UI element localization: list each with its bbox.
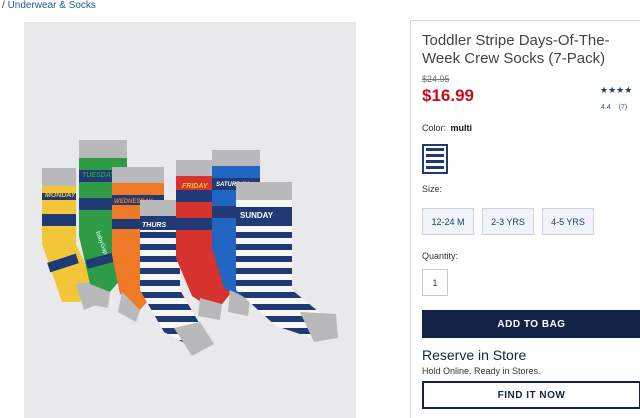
product-image[interactable]: MONDAY TUESDAY babyGap WEDNESDAY THURS F…	[24, 22, 356, 418]
original-price: $24.95	[422, 74, 450, 84]
quantity-input[interactable]: 1	[422, 269, 448, 296]
color-value: multi	[450, 123, 473, 133]
breadcrumb: / Underwear & Socks	[2, 0, 96, 11]
reserve-in-store-title: Reserve in Store	[422, 347, 527, 363]
rating-stars-icon[interactable]: ★★★★	[600, 85, 632, 96]
find-it-now-button[interactable]: FIND IT NOW	[422, 381, 640, 409]
color-selector-label: Color: multi	[422, 123, 472, 133]
size-option-12-24m[interactable]: 12-24 M	[422, 208, 474, 235]
quantity-label: Quantity:	[422, 251, 459, 261]
sock-label-sunday: SUNDAY	[240, 211, 274, 220]
breadcrumb-separator: /	[2, 0, 5, 11]
socks-illustration: MONDAY TUESDAY babyGap WEDNESDAY THURS F…	[42, 140, 338, 356]
rating-count: (7)	[618, 104, 628, 111]
sale-price: $16.99	[422, 86, 474, 105]
sock-label-tuesday: TUESDAY	[82, 172, 116, 179]
sock-label-friday: FRIDAY	[182, 183, 209, 190]
add-to-bag-button[interactable]: ADD TO BAG	[422, 310, 640, 338]
sock-label-thursday: THURS	[142, 222, 166, 229]
reserve-in-store-subtitle: Hold Online. Ready in Stores.	[422, 366, 541, 376]
rating-value: 4.4	[601, 104, 611, 111]
sock-label-monday: MONDAY	[45, 192, 77, 199]
product-title: Toddler Stripe Days-Of-The-Week Crew Soc…	[422, 32, 610, 67]
size-option-2-3yrs[interactable]: 2-3 YRS	[482, 208, 534, 235]
breadcrumb-link[interactable]: Underwear & Socks	[8, 0, 96, 11]
color-label: Color:	[422, 123, 447, 133]
rating-summary[interactable]: 4.4 (7)	[601, 104, 627, 111]
swatch-image	[426, 148, 444, 170]
sock-sunday: SUNDAY	[236, 182, 338, 342]
product-details-panel: Toddler Stripe Days-Of-The-Week Crew Soc…	[410, 20, 640, 418]
size-label: Size:	[422, 184, 443, 194]
product-page: / Underwear & Socks MONDAY TUESDAY babyG…	[0, 0, 640, 418]
size-option-4-5yrs[interactable]: 4-5 YRS	[542, 208, 594, 235]
color-swatch-multi[interactable]	[422, 144, 448, 174]
